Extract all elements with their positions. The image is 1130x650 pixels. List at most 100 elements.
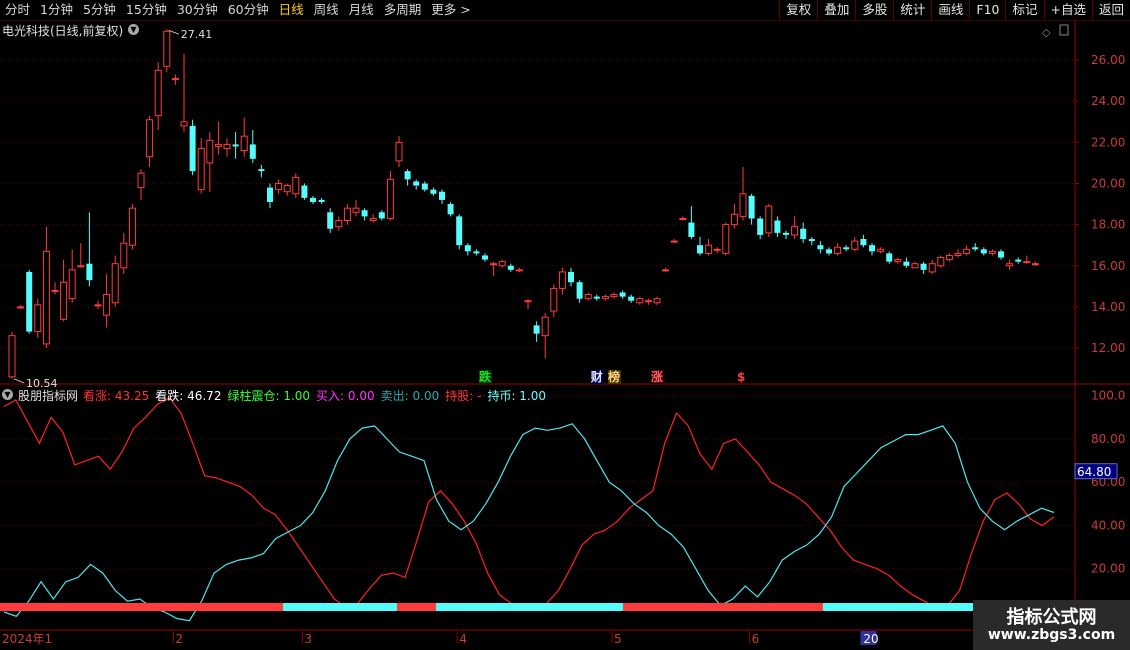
candle: [352, 199, 360, 217]
candle: [223, 138, 231, 157]
candle: [498, 259, 506, 268]
candle: [601, 294, 609, 301]
tab-period-2[interactable]: 5分钟: [78, 0, 121, 20]
candle: [292, 173, 300, 198]
candle: [705, 239, 713, 256]
indicator-lines: [3, 397, 1055, 622]
indicator-header: ▼ 股朋指标网 看涨: 43.25 看跌: 46.72 绿柱震仓: 1.00 买入: …: [2, 387, 546, 404]
indicator-field-value: -: [473, 389, 482, 403]
candle: [301, 183, 308, 200]
indicator-field-3: 买入: 0.00: [316, 387, 375, 404]
tab-period-1[interactable]: 1分钟: [35, 0, 78, 20]
tool-button-1[interactable]: 叠加: [817, 0, 855, 20]
candle: [748, 193, 755, 225]
tool-button-6[interactable]: 标记: [1005, 0, 1043, 20]
candle: [197, 138, 205, 194]
time-axis-label: 2024年1: [2, 632, 52, 646]
candle: [240, 117, 248, 157]
tab-period-7[interactable]: 周线: [309, 0, 344, 20]
tool-button-4[interactable]: 画线: [931, 0, 969, 20]
svg-text:$: $: [737, 370, 745, 384]
current-value-label: 64.80: [1077, 465, 1111, 479]
candle: [490, 261, 498, 277]
tab-period-8[interactable]: 月线: [344, 0, 379, 20]
time-axis-label: 3: [304, 632, 312, 646]
candle: [507, 263, 514, 272]
indicator-field-label: 看跌:: [155, 389, 184, 403]
tool-button-3[interactable]: 统计: [893, 0, 931, 20]
indicator-field-label: 买入:: [316, 389, 345, 403]
candle: [834, 243, 842, 256]
tab-period-5[interactable]: 60分钟: [223, 0, 274, 20]
high-price-label: 27.41: [181, 28, 213, 41]
chart-area: 27.4110.54 跌财榜涨 $ 26.0024.0022.0020.0018.…: [0, 21, 1130, 650]
candle: [791, 216, 799, 240]
indicator-field-6: 持币: 1.00: [487, 387, 546, 404]
candle: [482, 253, 488, 262]
position-segment: [0, 603, 283, 611]
candle: [180, 53, 188, 133]
tool-button-2[interactable]: 多股: [855, 0, 893, 20]
candle: [903, 257, 910, 268]
position-segment: [283, 603, 397, 611]
indicator-field-0: 看涨: 43.25: [83, 387, 149, 404]
diamond-icon: ◇: [1042, 26, 1051, 39]
tab-period-10[interactable]: 更多 >: [426, 0, 475, 20]
tool-button-8[interactable]: 返回: [1091, 0, 1130, 20]
tool-button-7[interactable]: +自选: [1043, 0, 1092, 20]
candle: [568, 267, 574, 287]
watermark-url: www.zbgs3.com: [987, 627, 1116, 643]
candle: [154, 62, 162, 131]
candle: [473, 249, 480, 256]
candlestick-series[interactable]: 27.4110.54: [8, 28, 1039, 390]
candle: [395, 136, 403, 168]
candle: [954, 249, 962, 258]
indicator-field-1: 看跌: 46.72: [155, 387, 221, 404]
price-axis-label: 20.00: [1091, 176, 1125, 190]
indicator-field-4: 卖出: 0.00: [381, 387, 440, 404]
candle: [163, 29, 171, 73]
candle: [386, 171, 394, 221]
pane-icon: [1059, 24, 1069, 36]
candle: [249, 130, 256, 163]
chevron-down-icon[interactable]: ▼: [2, 389, 13, 400]
candle: [369, 214, 377, 223]
indicator-fields: 看涨: 43.25 看跌: 46.72 绿柱震仓: 1.00 买入: 0.00 卖出: …: [83, 387, 546, 404]
tab-period-9[interactable]: 多周期: [379, 0, 427, 20]
tool-button-0[interactable]: 复权: [779, 0, 817, 20]
tab-period-3[interactable]: 15分钟: [121, 0, 172, 20]
candle: [945, 253, 953, 262]
candle: [860, 234, 867, 248]
candle: [42, 226, 50, 349]
tool-button-5[interactable]: F10: [969, 0, 1005, 20]
candle: [697, 236, 703, 256]
event-marker: 涨: [651, 369, 664, 384]
indicator-field-value: 1.00: [279, 389, 311, 403]
indicator-field-value: 1.00: [515, 389, 547, 403]
candle: [843, 245, 850, 252]
event-markers: 跌 财榜 涨 $: [479, 369, 745, 384]
chevron-down-icon[interactable]: ▼: [128, 24, 139, 35]
tab-period-0[interactable]: 分时: [0, 0, 35, 20]
tab-period-4[interactable]: 30分钟: [172, 0, 223, 20]
candle: [464, 243, 471, 256]
candle: [34, 298, 42, 338]
candle: [17, 304, 25, 309]
tab-period-6[interactable]: 日线: [274, 0, 309, 20]
candle: [128, 204, 136, 250]
indicator-field-label: 绿柱震仓:: [227, 389, 280, 403]
event-marker: $: [737, 370, 745, 384]
time-axis-label: 5: [614, 632, 622, 646]
candle: [988, 249, 996, 256]
candle: [636, 296, 644, 305]
indicator-field-value: 0.00: [408, 389, 440, 403]
indicator-field-label: 持股:: [445, 389, 474, 403]
stock-title: 电光科技(日线,前复权): [2, 24, 124, 38]
candle: [404, 169, 411, 186]
candle: [1006, 259, 1014, 270]
indicator-axis-label: 20.00: [1091, 562, 1125, 576]
candle: [688, 206, 695, 240]
candle: [920, 261, 927, 274]
candle: [653, 296, 661, 305]
candle: [310, 195, 316, 205]
